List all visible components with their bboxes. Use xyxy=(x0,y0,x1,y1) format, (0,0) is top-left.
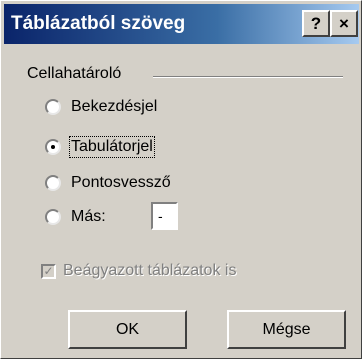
title-bar: Táblázatból szöveg ? × xyxy=(4,4,359,44)
nested-tables-checkbox: ✓ xyxy=(41,263,56,279)
radio-label-other[interactable]: Más: xyxy=(71,208,106,226)
ok-button[interactable]: OK xyxy=(68,310,187,349)
radio-label-tab[interactable]: Tabulátorjel xyxy=(69,136,155,158)
group-divider xyxy=(153,76,343,78)
radio-paragraph-mark[interactable] xyxy=(45,99,61,115)
cancel-button[interactable]: Mégse xyxy=(227,310,346,349)
radio-option-paragraph-mark[interactable]: Bekezdésjel xyxy=(45,95,157,119)
radio-semicolon[interactable] xyxy=(45,175,61,191)
dialog-window: Táblázatból szöveg ? × Cellahatároló Bek… xyxy=(0,0,362,359)
close-button[interactable]: × xyxy=(330,10,358,37)
radio-tab[interactable] xyxy=(45,139,61,155)
radio-option-other[interactable]: Más: xyxy=(45,205,106,229)
nested-tables-option: ✓ Beágyazott táblázatok is xyxy=(41,259,236,283)
separator-group-label: Cellahatároló xyxy=(27,65,122,82)
radio-other[interactable] xyxy=(45,209,61,225)
other-separator-input[interactable] xyxy=(151,202,178,230)
radio-label-paragraph-mark[interactable]: Bekezdésjel xyxy=(71,98,157,116)
help-button[interactable]: ? xyxy=(302,10,330,37)
radio-option-semicolon[interactable]: Pontosvessző xyxy=(45,171,171,195)
radio-label-semicolon[interactable]: Pontosvessző xyxy=(71,174,171,192)
nested-tables-label: Beágyazott táblázatok is xyxy=(63,262,237,279)
dialog-title: Táblázatból szöveg xyxy=(11,13,186,34)
radio-option-tab[interactable]: Tabulátorjel xyxy=(45,135,155,159)
